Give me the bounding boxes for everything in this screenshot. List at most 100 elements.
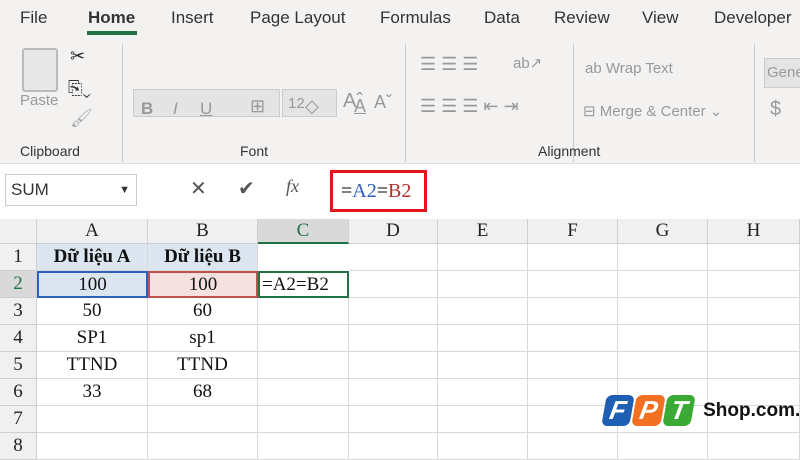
cell-D1[interactable] <box>349 244 438 271</box>
wrap-text-button[interactable]: ab Wrap Text <box>585 60 673 77</box>
cell-F8[interactable] <box>528 433 618 460</box>
tab-developer[interactable]: Developer <box>714 8 792 28</box>
cell-A2[interactable]: 100 <box>37 271 148 298</box>
cell-G3[interactable] <box>618 298 708 325</box>
cell-H5[interactable] <box>708 352 800 379</box>
italic-button[interactable]: I <box>173 99 178 119</box>
number-format-dropdown[interactable]: Gene <box>764 58 800 88</box>
cell-A1[interactable]: Dữ liệu A <box>37 244 148 271</box>
row-header-1[interactable]: 1 <box>0 244 37 271</box>
row-header-4[interactable]: 4 <box>0 325 37 352</box>
cell-C8[interactable] <box>258 433 349 460</box>
cell-B5[interactable]: TTND <box>148 352 258 379</box>
tab-formulas[interactable]: Formulas <box>380 8 451 28</box>
column-header-d[interactable]: D <box>349 219 438 244</box>
bold-button[interactable]: B <box>141 99 153 119</box>
cell-C6[interactable] <box>258 379 349 406</box>
cell-F5[interactable] <box>528 352 618 379</box>
column-header-c[interactable]: C <box>258 219 349 244</box>
cell-B4[interactable]: sp1 <box>148 325 258 352</box>
column-header-f[interactable]: F <box>528 219 618 244</box>
tab-insert[interactable]: Insert <box>171 8 214 28</box>
column-header-g[interactable]: G <box>618 219 708 244</box>
cell-E7[interactable] <box>438 406 528 433</box>
cell-B2[interactable]: 100 <box>148 271 258 298</box>
enter-icon[interactable]: ✔ <box>238 176 255 201</box>
cell-H8[interactable] <box>708 433 800 460</box>
cell-G1[interactable] <box>618 244 708 271</box>
cell-D5[interactable] <box>349 352 438 379</box>
cell-A3[interactable]: 50 <box>37 298 148 325</box>
row-header-2[interactable]: 2 <box>0 271 37 298</box>
cell-E5[interactable] <box>438 352 528 379</box>
cell-D7[interactable] <box>349 406 438 433</box>
tab-home[interactable]: Home <box>88 8 135 28</box>
copy-icon[interactable]: ⎘⌄ <box>68 78 91 99</box>
cell-B1[interactable]: Dữ liệu B <box>148 244 258 271</box>
tab-file[interactable]: File <box>20 8 47 28</box>
cell-D4[interactable] <box>349 325 438 352</box>
cell-B6[interactable]: 68 <box>148 379 258 406</box>
fill-color-icon[interactable]: ◇ <box>305 96 319 117</box>
select-all[interactable] <box>0 219 37 244</box>
cell-C5[interactable] <box>258 352 349 379</box>
cell-F3[interactable] <box>528 298 618 325</box>
paste-button[interactable]: Paste <box>20 92 58 109</box>
cell-A8[interactable] <box>37 433 148 460</box>
orientation-icon[interactable]: ab↗ <box>513 54 542 72</box>
cell-A4[interactable]: SP1 <box>37 325 148 352</box>
cell-E8[interactable] <box>438 433 528 460</box>
top-align-icon[interactable]: ☰ ☰ ☰ <box>420 54 478 75</box>
cell-D3[interactable] <box>349 298 438 325</box>
cell-A6[interactable]: 33 <box>37 379 148 406</box>
column-header-a[interactable]: A <box>37 219 148 244</box>
cell-H1[interactable] <box>708 244 800 271</box>
tab-view[interactable]: View <box>642 8 679 28</box>
cell-C4[interactable] <box>258 325 349 352</box>
cell-E3[interactable] <box>438 298 528 325</box>
column-header-b[interactable]: B <box>148 219 258 244</box>
insert-function-button[interactable]: fx <box>286 176 299 197</box>
cell-C7[interactable] <box>258 406 349 433</box>
cell-E4[interactable] <box>438 325 528 352</box>
cell-D2[interactable] <box>349 271 438 298</box>
borders-icon[interactable]: ⊞ <box>250 96 265 117</box>
underline-button[interactable]: U <box>200 99 212 119</box>
column-header-e[interactable]: E <box>438 219 528 244</box>
cell-G5[interactable] <box>618 352 708 379</box>
cell-F2[interactable] <box>528 271 618 298</box>
column-header-h[interactable]: H <box>708 219 800 244</box>
cell-C2[interactable]: =A2=B2 <box>258 271 349 298</box>
tab-review[interactable]: Review <box>554 8 610 28</box>
cell-D8[interactable] <box>349 433 438 460</box>
cell-E1[interactable] <box>438 244 528 271</box>
format-painter-icon[interactable]: 🖌 <box>70 108 93 129</box>
cell-D6[interactable] <box>349 379 438 406</box>
cell-E2[interactable] <box>438 271 528 298</box>
formula-input[interactable]: =A2=B2 <box>330 170 427 212</box>
paste-icon[interactable] <box>22 48 58 92</box>
shrink-font-icon[interactable]: Aˇ <box>374 92 392 113</box>
row-header-5[interactable]: 5 <box>0 352 37 379</box>
name-box[interactable]: SUM ▼ <box>5 174 137 206</box>
currency-button[interactable]: $ <box>770 98 781 121</box>
cancel-icon[interactable]: ✕ <box>190 176 207 201</box>
cell-F1[interactable] <box>528 244 618 271</box>
row-header-8[interactable]: 8 <box>0 433 37 460</box>
row-header-6[interactable]: 6 <box>0 379 37 406</box>
cell-G2[interactable] <box>618 271 708 298</box>
tab-data[interactable]: Data <box>484 8 520 28</box>
cell-B3[interactable]: 60 <box>148 298 258 325</box>
cell-F4[interactable] <box>528 325 618 352</box>
cell-B7[interactable] <box>148 406 258 433</box>
cell-A5[interactable]: TTND <box>37 352 148 379</box>
tab-page-layout[interactable]: Page Layout <box>250 8 345 28</box>
cell-H4[interactable] <box>708 325 800 352</box>
cell-A7[interactable] <box>37 406 148 433</box>
cell-E6[interactable] <box>438 379 528 406</box>
cell-H2[interactable] <box>708 271 800 298</box>
row-header-3[interactable]: 3 <box>0 298 37 325</box>
row-header-7[interactable]: 7 <box>0 406 37 433</box>
cell-G4[interactable] <box>618 325 708 352</box>
cell-H3[interactable] <box>708 298 800 325</box>
